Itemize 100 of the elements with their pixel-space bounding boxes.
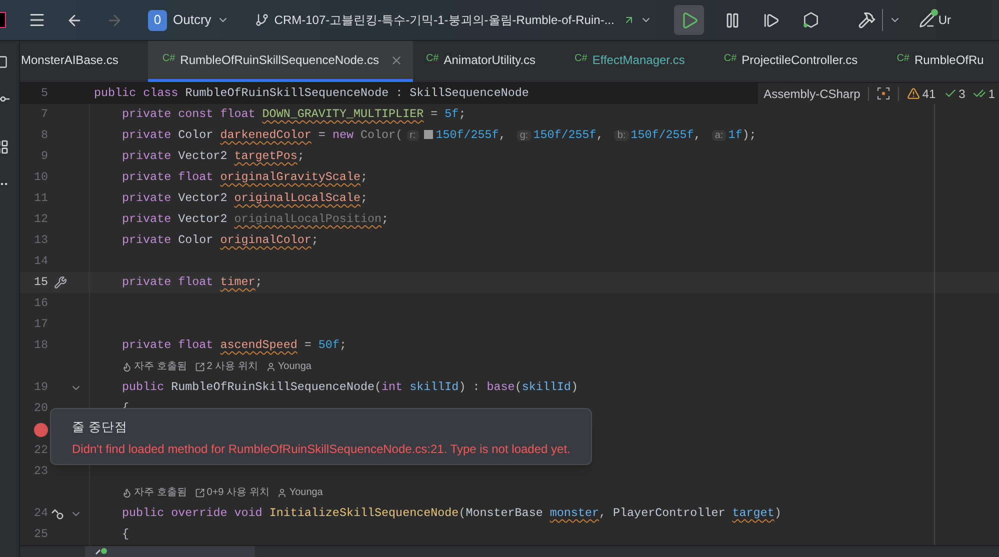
typos-count[interactable]: 1 bbox=[973, 84, 995, 102]
build-button[interactable] bbox=[858, 11, 876, 29]
assembly-label[interactable]: Assembly-CSharp bbox=[764, 84, 860, 102]
line-number: 8 bbox=[40, 126, 48, 144]
code-token: private bbox=[122, 190, 172, 205]
editor-tab[interactable]: MonsterAIBase.cs bbox=[20, 41, 148, 82]
line-number: 18 bbox=[34, 336, 48, 354]
line-number: 23 bbox=[34, 462, 48, 480]
line-number: 12 bbox=[34, 210, 48, 228]
breakpoint-icon[interactable] bbox=[34, 422, 48, 436]
line-number: 5 bbox=[40, 84, 48, 102]
code-token: ; bbox=[297, 148, 304, 163]
run-button[interactable] bbox=[674, 5, 704, 35]
code-token: PlayerController bbox=[613, 506, 726, 520]
code-token: target bbox=[732, 506, 774, 520]
code-token: DOWN_GRAVITY_MULTIPLIER bbox=[262, 106, 424, 121]
code-token: ; bbox=[360, 190, 368, 205]
flame-icon bbox=[122, 362, 132, 372]
code-lens-link[interactable]: 자주 호출됨 bbox=[122, 359, 187, 374]
code-token: , bbox=[498, 128, 507, 142]
code-token: ; bbox=[255, 274, 262, 289]
code-token: void bbox=[234, 506, 264, 520]
code-lens-link[interactable]: 2 사용 위치 bbox=[194, 359, 258, 374]
code-token: public bbox=[122, 380, 166, 394]
branch-selector[interactable]: CRM-107-고블린킹-특수-기믹-1-붕괴의-울림-Rumble-of-Ruin-... bbox=[255, 11, 652, 29]
person-icon bbox=[277, 488, 288, 498]
parameter-hint: a: bbox=[712, 130, 726, 141]
parameter-hint: r: bbox=[406, 130, 419, 141]
code-token: float bbox=[178, 170, 214, 184]
line-number: 20 bbox=[34, 400, 48, 417]
code-lens-link[interactable]: 0+9 사용 위치 bbox=[194, 485, 270, 500]
code-token: originalLocalPosition bbox=[234, 212, 382, 226]
editor-tab[interactable]: C# AnimatorUtility.cs bbox=[412, 41, 562, 82]
hammer-icon bbox=[858, 11, 876, 29]
code-token: float bbox=[178, 274, 214, 289]
code-lens-link[interactable]: Younga bbox=[277, 485, 323, 500]
unity-button[interactable] bbox=[802, 11, 820, 29]
app-logo-icon[interactable] bbox=[0, 12, 6, 28]
code-token: MonsterBase bbox=[466, 506, 544, 520]
code-token: 150f/255f bbox=[630, 128, 694, 142]
editor-tab[interactable]: C# EffectManager.cs bbox=[562, 41, 711, 82]
inspection-scope-icon[interactable] bbox=[877, 87, 890, 100]
implement-icon[interactable] bbox=[51, 508, 64, 520]
code-token: Color bbox=[178, 232, 214, 247]
code-token: RumbleOfRuinSkillSequenceNode bbox=[171, 380, 375, 394]
code-token: base bbox=[486, 380, 515, 394]
code-token: float bbox=[178, 338, 214, 352]
menu-icon bbox=[28, 11, 46, 29]
sticky-class-header[interactable]: public class RumbleOfRuinSkillSequenceNode : SkillSequenceNode bbox=[90, 84, 529, 102]
code-token: = bbox=[303, 338, 312, 352]
code-token: ) bbox=[570, 380, 578, 394]
usages-icon bbox=[194, 488, 205, 498]
code-token: targetPos bbox=[234, 148, 298, 163]
passed-count[interactable]: 3 bbox=[944, 84, 966, 102]
popup-message: Didn't find loaded method for RumbleOfRuinSkillSequenceNode.cs:21. Type is not loaded yet. bbox=[72, 440, 570, 458]
code-token: private bbox=[122, 232, 172, 247]
close-icon[interactable] bbox=[390, 54, 403, 66]
code-token: timer bbox=[220, 274, 256, 289]
code-token: , bbox=[598, 506, 607, 520]
bottom-tool-tab[interactable] bbox=[85, 546, 255, 557]
editor-tab[interactable]: C# ProjectileController.cs bbox=[710, 41, 884, 82]
code-token: private bbox=[122, 170, 172, 184]
code-token: override bbox=[171, 506, 228, 520]
step-button[interactable] bbox=[763, 12, 780, 28]
code-lens-link[interactable]: 자주 호출됨 bbox=[122, 485, 187, 500]
line-number: 17 bbox=[34, 316, 48, 333]
warnings-count[interactable]: 41 bbox=[907, 84, 936, 102]
line-number: 16 bbox=[34, 294, 48, 312]
csharp-file-label: C# bbox=[162, 52, 176, 66]
editor-tab[interactable]: C# RumbleOfRu bbox=[884, 41, 999, 82]
parameter-hint: g: bbox=[516, 130, 532, 141]
code-token: Color( bbox=[360, 128, 403, 142]
editor-tab[interactable]: C# RumbleOfRuinSkillSequenceNode.cs bbox=[148, 41, 413, 82]
csharp-file-label: C# bbox=[724, 52, 737, 66]
line-number: 11 bbox=[34, 190, 48, 207]
popup-title: 줄 중단점 bbox=[72, 419, 128, 436]
code-token: private bbox=[122, 128, 172, 142]
wrench-icon[interactable] bbox=[54, 276, 67, 289]
pen-icon bbox=[919, 12, 936, 28]
code-token: ( bbox=[458, 506, 466, 520]
menu-button[interactable] bbox=[28, 11, 46, 29]
code-token: 1f bbox=[728, 128, 742, 142]
line-number: 19 bbox=[34, 378, 48, 396]
account-button[interactable]: Ur bbox=[919, 11, 951, 29]
code-lens-link[interactable]: Younga bbox=[266, 359, 312, 374]
code-token: float bbox=[220, 106, 256, 121]
code-token: ( bbox=[374, 380, 382, 394]
line-number: 7 bbox=[40, 106, 48, 123]
line-number: 14 bbox=[34, 252, 48, 270]
project-selector[interactable]: 0 Outcry bbox=[148, 10, 230, 30]
debug-icon bbox=[95, 546, 109, 556]
step-icon bbox=[763, 12, 780, 28]
code-token: 150f/255f bbox=[436, 128, 499, 142]
csharp-file-label: C# bbox=[426, 52, 439, 66]
code-token: ; bbox=[360, 170, 368, 184]
line-number: 15 bbox=[34, 274, 48, 291]
code-token: Vector2 bbox=[178, 148, 228, 163]
code-token: , bbox=[694, 128, 702, 142]
code-token: darkenedColor bbox=[220, 128, 312, 142]
double-check-icon bbox=[973, 87, 986, 100]
